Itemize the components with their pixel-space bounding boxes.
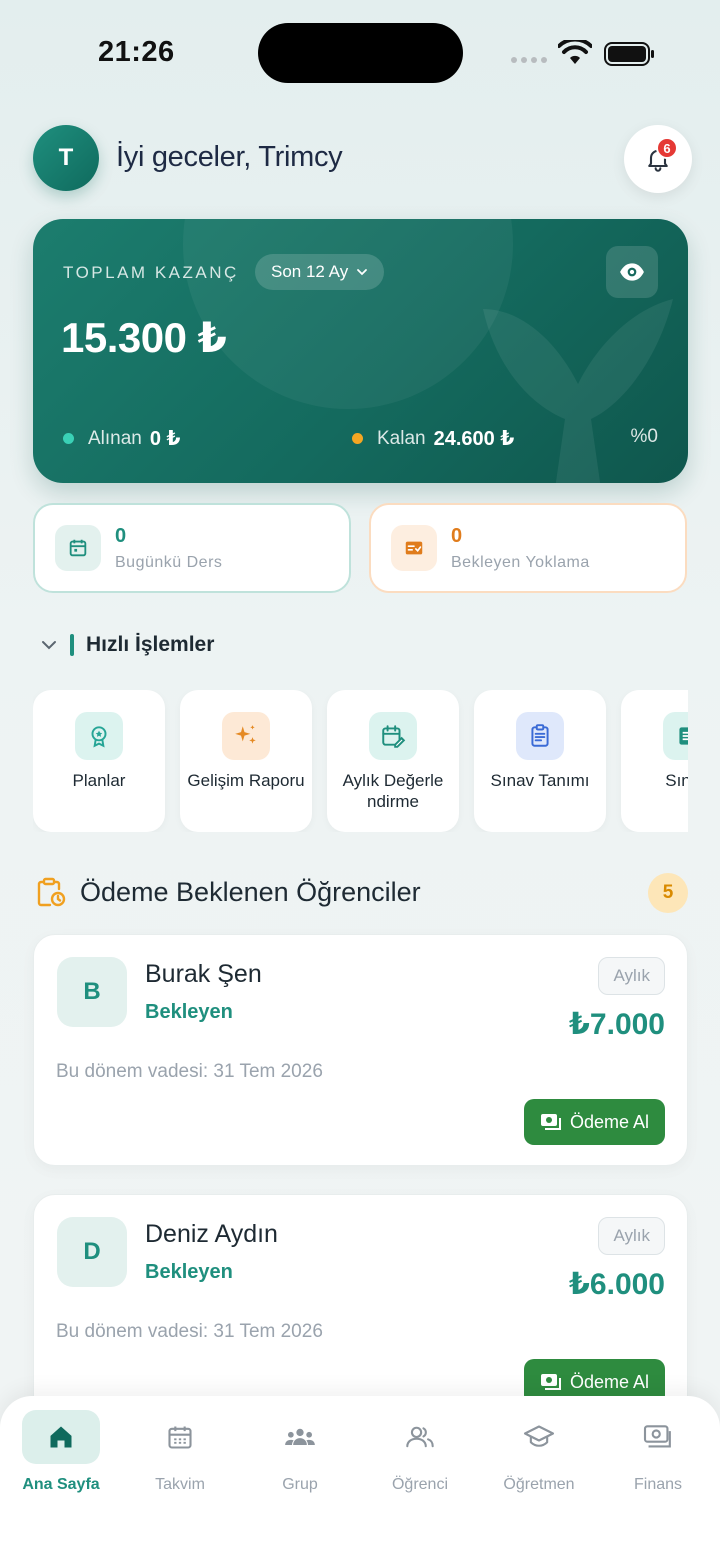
calendar-icon (141, 1410, 219, 1464)
quick-action-label: Sınav Tanımı (490, 771, 590, 790)
quick-action-progress-report[interactable]: Gelişim Raporu (180, 690, 312, 832)
nav-finance[interactable]: Finans (603, 1410, 713, 1494)
payment-card[interactable]: B Burak Şen Bekleyen Aylık ₺7.000 Bu dön… (33, 934, 688, 1166)
quick-action-label: Aylık Değerle ndirme (342, 771, 444, 811)
earnings-label: TOPLAM KAZANÇ (63, 263, 239, 282)
remaining-summary: Kalan 24.600 ₺ (352, 426, 514, 451)
clipboard-icon (516, 712, 564, 760)
payment-due-date: Bu dönem vadesi: 31 Tem 2026 (56, 1321, 323, 1342)
period-selector[interactable]: Son 12 Ay (255, 254, 385, 290)
wifi-icon (558, 40, 592, 64)
quick-actions-title: Hızlı İşlemler (86, 633, 215, 656)
money-icon (540, 1114, 561, 1130)
pending-attendance-card[interactable]: 0 Bekleyen Yoklama (369, 503, 687, 593)
student-avatar: D (57, 1217, 127, 1287)
quick-action-plans[interactable]: Planlar (33, 690, 165, 832)
quick-action-exam-definition[interactable]: Sınav Tanımı (474, 690, 606, 832)
quick-action-label: Sınav (665, 771, 688, 790)
award-icon (75, 712, 123, 760)
nav-label: Grup (282, 1476, 318, 1493)
today-lessons-label: Bugünkü Ders (115, 553, 223, 571)
today-lessons-count: 0 (115, 524, 127, 547)
notifications-button[interactable] (624, 125, 692, 193)
nav-label: Öğrenci (391, 1476, 449, 1493)
payment-status: Bekleyen (145, 1261, 233, 1283)
payment-card[interactable]: D Deniz Aydın Bekleyen Aylık ₺6.000 Bu d… (33, 1194, 688, 1426)
money-icon (619, 1410, 697, 1464)
nav-group[interactable]: Grup (245, 1410, 355, 1494)
total-earnings-amount: 15.300 ₺ (61, 314, 227, 361)
payment-period-badge: Aylık (598, 1217, 665, 1255)
money-icon (540, 1374, 561, 1390)
collect-payment-label: Ödeme Al (569, 1111, 649, 1132)
students-icon (381, 1410, 459, 1464)
bottom-navigation: Ana Sayfa Takvim Grup Öğrenci Öğretmen F… (0, 1396, 720, 1565)
payment-due-date: Bu dönem vadesi: 31 Tem 2026 (56, 1061, 323, 1082)
remaining-value: 24.600 ₺ (433, 428, 515, 450)
group-icon (261, 1410, 339, 1464)
student-name: Burak Şen (145, 960, 262, 988)
quick-action-label: Gelişim Raporu (187, 771, 305, 790)
list-icon (663, 712, 688, 760)
student-avatar: B (57, 957, 127, 1027)
received-value: 0 ₺ (149, 428, 181, 450)
nav-label: Finans (633, 1476, 683, 1493)
sparkles-icon (222, 712, 270, 760)
calendar-icon (55, 525, 101, 571)
toggle-visibility-button[interactable] (606, 246, 658, 298)
collect-payment-label: Ödeme Al (569, 1371, 649, 1392)
nav-label: Öğretmen (503, 1476, 575, 1493)
signal-icon (511, 57, 547, 63)
collect-payment-button[interactable]: Ödeme Al (523, 1099, 665, 1145)
whale-tail-icon (483, 299, 673, 483)
pending-attendance-label: Bekleyen Yoklama (451, 553, 590, 571)
pending-attendance-count: 0 (451, 524, 463, 547)
quick-action-label: Planlar (72, 771, 126, 790)
remaining-label: Kalan (377, 427, 426, 449)
graduation-cap-icon (500, 1410, 578, 1464)
pending-payments-count: 5 (648, 873, 688, 913)
received-label: Alınan (88, 427, 142, 449)
payment-amount: ₺7.000 (569, 1008, 665, 1041)
calendar-edit-icon (369, 712, 417, 760)
received-dot (63, 433, 74, 444)
user-avatar[interactable]: T (33, 125, 99, 191)
chevron-down-icon (357, 269, 368, 276)
nav-home[interactable]: Ana Sayfa (6, 1410, 116, 1494)
chevron-down-icon (42, 641, 56, 650)
pending-payments-title: Ödeme Beklenen Öğrenciler (80, 876, 421, 907)
today-lessons-card[interactable]: 0 Bugünkü Ders (33, 503, 351, 593)
battery-icon (604, 42, 654, 66)
collection-percent: %0 (630, 426, 658, 447)
quick-action-monthly-evaluation[interactable]: Aylık Değerle ndirme (327, 690, 459, 832)
eye-icon (620, 263, 644, 281)
checklist-icon (391, 525, 437, 571)
greeting-text: İyi geceler, Trimcy (116, 141, 343, 173)
decorative-circle (183, 219, 513, 409)
payment-status: Bekleyen (145, 1001, 233, 1023)
nav-label: Takvim (155, 1476, 205, 1493)
notification-badge: 6 (656, 137, 678, 159)
quick-actions-row[interactable]: Planlar Gelişim Raporu Aylık Değerle ndi… (33, 690, 688, 832)
accent-bar (70, 634, 74, 656)
payment-amount: ₺6.000 (569, 1268, 665, 1301)
earnings-card: TOPLAM KAZANÇ Son 12 Ay 15.300 ₺ Alınan … (33, 219, 688, 483)
nav-label: Ana Sayfa (22, 1476, 100, 1493)
remaining-dot (352, 433, 363, 444)
payment-period-badge: Aylık (598, 957, 665, 995)
dynamic-island (258, 23, 463, 83)
nav-teacher[interactable]: Öğretmen (484, 1410, 594, 1494)
nav-students[interactable]: Öğrenci (365, 1410, 475, 1494)
quick-action-exam[interactable]: Sınav (621, 690, 688, 832)
pending-payments-header: Ödeme Beklenen Öğrenciler (36, 876, 421, 908)
status-time: 21:26 (98, 36, 175, 68)
received-summary: Alınan 0 ₺ (63, 426, 180, 451)
nav-calendar[interactable]: Takvim (125, 1410, 235, 1494)
period-label: Son 12 Ay (271, 262, 349, 281)
student-name: Deniz Aydın (145, 1220, 278, 1248)
home-icon (22, 1410, 100, 1464)
quick-actions-header[interactable]: Hızlı İşlemler (40, 633, 214, 657)
clipboard-clock-icon (37, 877, 66, 907)
